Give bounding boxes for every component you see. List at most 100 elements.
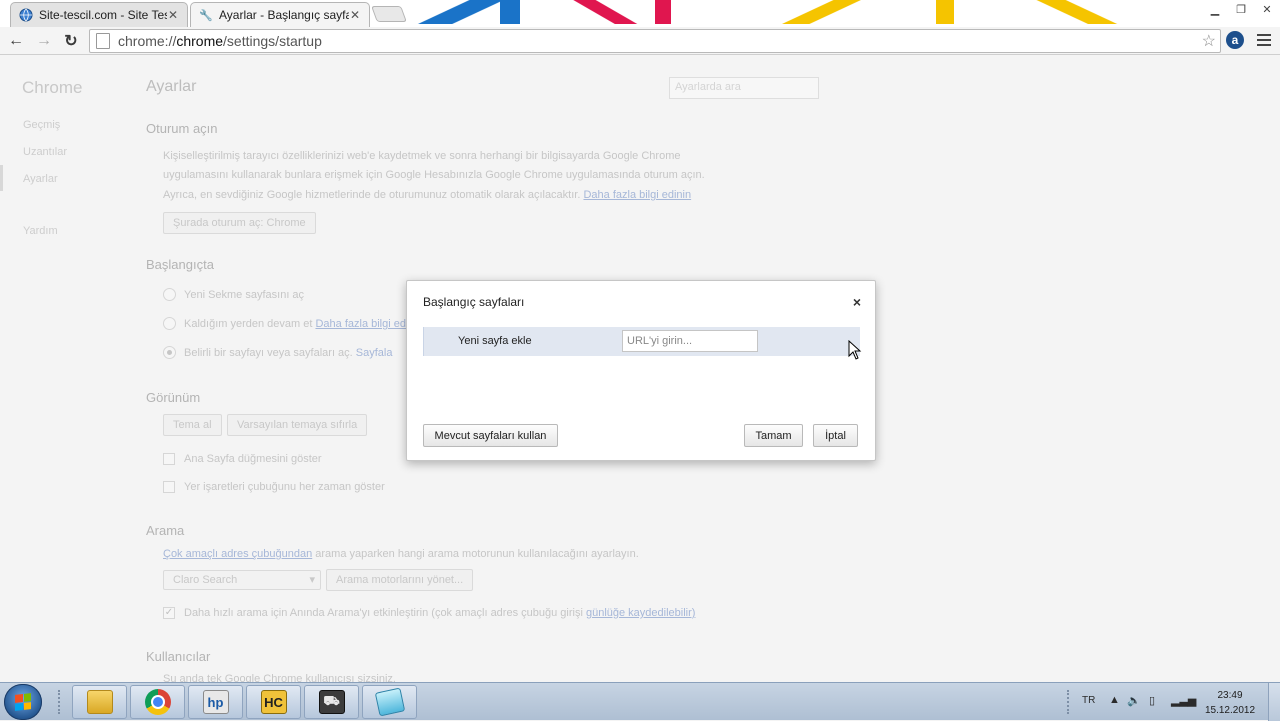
- manage-search-engines-button[interactable]: Arama motorlarını yönet...: [326, 569, 474, 591]
- signin-button[interactable]: Şurada oturum aç: Chrome: [163, 212, 316, 234]
- tab-site-tescil[interactable]: Site-tescil.com - Site Tesci ✕: [10, 2, 188, 27]
- signin-text: uygulamasını kullanarak bunlara erişmek …: [163, 169, 705, 181]
- page-title: Ayarlar: [146, 78, 197, 95]
- taskbar-hypercam[interactable]: HC: [246, 685, 301, 719]
- taskbar-grip: [58, 690, 62, 714]
- search-engine-select[interactable]: Claro Search: [163, 570, 321, 590]
- page-icon: [96, 33, 110, 49]
- sidebar-item-extensions[interactable]: Uzantılar: [23, 146, 67, 158]
- language-indicator[interactable]: TR: [1082, 695, 1095, 706]
- startup-pages-dialog: Başlangıç sayfaları × Yeni sayfa ekle Me…: [406, 280, 876, 461]
- get-theme-button[interactable]: Tema al: [163, 414, 222, 436]
- clock[interactable]: 23:49 15.12.2012: [1201, 688, 1259, 718]
- background-decoration: [655, 0, 671, 24]
- back-icon[interactable]: ←: [5, 30, 27, 52]
- home-button-checkbox[interactable]: [163, 453, 175, 465]
- sidebar-title: Chrome: [22, 78, 83, 97]
- volume-icon[interactable]: 🔈: [1127, 694, 1141, 707]
- reload-icon[interactable]: ↻: [60, 30, 82, 52]
- signin-heading: Oturum açın: [146, 121, 218, 136]
- sidebar-item-history[interactable]: Geçmiş: [23, 119, 60, 131]
- globe-icon: [19, 8, 33, 22]
- wrench-icon: 🔧: [199, 9, 213, 22]
- close-tab-icon[interactable]: ✕: [349, 8, 361, 22]
- checkbox-label: Yer işaretleri çubuğunu her zaman göster: [184, 481, 385, 493]
- background-decoration: [1010, 0, 1130, 24]
- dialog-title: Başlangıç sayfaları: [423, 295, 525, 309]
- tab-title: Site-tescil.com - Site Tesci: [39, 8, 167, 22]
- forward-icon[interactable]: →: [33, 30, 55, 52]
- close-window-icon[interactable]: ✕: [1254, 0, 1280, 18]
- search-heading: Arama: [146, 523, 185, 538]
- use-current-pages-button[interactable]: Mevcut sayfaları kullan: [423, 424, 558, 447]
- tab-settings[interactable]: 🔧 Ayarlar - Başlangıç sayfala ✕: [190, 2, 370, 27]
- system-tray: TR ▲ 🔈 ▯ ▂▃▅ 23:49 15.12.2012: [1041, 683, 1280, 721]
- cancel-button[interactable]: İptal: [813, 424, 858, 447]
- extension-icon[interactable]: a: [1226, 31, 1244, 49]
- search-description: Çok amaçlı adres çubuğundan arama yapark…: [163, 548, 639, 560]
- tab-title: Ayarlar - Başlangıç sayfala: [219, 8, 349, 22]
- windows-logo-icon: [15, 693, 31, 711]
- tab-strip: Site-tescil.com - Site Tesci ✕ 🔧 Ayarlar…: [0, 0, 1280, 27]
- minimize-icon[interactable]: ▁: [1202, 0, 1228, 18]
- bookmark-star-icon[interactable]: ☆: [1202, 31, 1216, 51]
- add-page-label: Yeni sayfa ekle: [458, 335, 532, 347]
- show-hidden-icons-icon[interactable]: ▲: [1109, 694, 1120, 706]
- checkbox-label: Ana Sayfa düğmesini göster: [184, 453, 322, 465]
- window-controls: ▁ ❐ ✕: [1202, 0, 1280, 18]
- appearance-heading: Görünüm: [146, 390, 201, 405]
- taskbar-chrome[interactable]: [130, 685, 185, 719]
- close-tab-icon[interactable]: ✕: [167, 8, 179, 22]
- checkbox-label: Daha hızlı arama için Anında Arama'yı et…: [184, 607, 696, 619]
- log-link[interactable]: günlüğe kaydedilebilir): [586, 607, 695, 619]
- network-icon[interactable]: ▂▃▅: [1171, 694, 1196, 707]
- background-decoration: [936, 0, 954, 24]
- radio-continue[interactable]: [163, 317, 176, 330]
- browser-toolbar: ← → ↻ chrome://chrome/settings/startup ☆: [0, 27, 1280, 55]
- folder-icon: [86, 690, 113, 714]
- background-decoration: [500, 0, 520, 24]
- learn-more-link[interactable]: Daha fazla bilgi edi: [315, 318, 408, 330]
- background-decoration: [760, 0, 870, 24]
- omnibox-link[interactable]: Çok amaçlı adres çubuğundan: [163, 548, 312, 560]
- time: 23:49: [1217, 690, 1243, 701]
- taskbar-paint[interactable]: [362, 685, 417, 719]
- game-icon: ⛟: [318, 690, 345, 714]
- bookmarks-bar-checkbox[interactable]: [163, 481, 175, 493]
- taskbar-explorer[interactable]: [72, 685, 127, 719]
- startup-heading: Başlangıçta: [146, 257, 214, 272]
- restore-icon[interactable]: ❐: [1228, 0, 1254, 18]
- taskbar: hp HC ⛟ TR ▲ 🔈 ▯ ▂▃▅ 23:49 15.12.2012: [0, 682, 1280, 721]
- start-button[interactable]: [4, 684, 42, 720]
- users-heading: Kullanıcılar: [146, 649, 211, 664]
- date: 15.12.2012: [1204, 705, 1256, 716]
- ok-button[interactable]: Tamam: [744, 424, 803, 447]
- power-icon[interactable]: ▯: [1149, 694, 1155, 707]
- reset-theme-button[interactable]: Varsayılan temaya sıfırla: [227, 414, 368, 436]
- sidebar-active-indicator: [0, 165, 3, 191]
- new-tab-button[interactable]: [371, 6, 407, 22]
- taskbar-game[interactable]: ⛟: [304, 685, 359, 719]
- instant-checkbox[interactable]: ✓: [163, 607, 175, 619]
- signin-text: Ayrıca, en sevdiğiniz Google hizmetlerin…: [163, 189, 692, 201]
- chrome-icon: [144, 689, 171, 715]
- add-page-row[interactable]: Yeni sayfa ekle: [423, 327, 860, 356]
- settings-search-input[interactable]: Ayarlarda ara: [669, 77, 819, 99]
- learn-more-link[interactable]: Daha fazla bilgi edinin: [583, 189, 691, 201]
- hypercam-icon: HC: [260, 690, 287, 714]
- address-bar[interactable]: chrome://chrome/settings/startup ☆: [89, 29, 1221, 53]
- signin-text: Kişiselleştirilmiş tarayıcı özelliklerin…: [163, 150, 681, 162]
- sidebar-item-settings[interactable]: Ayarlar: [23, 173, 58, 185]
- background-decoration: [555, 0, 645, 24]
- close-icon[interactable]: ×: [853, 294, 861, 310]
- url-text: chrome://chrome/settings/startup: [118, 33, 322, 49]
- radio-label: Belirli bir sayfayı veya sayfaları aç. S…: [184, 347, 393, 359]
- sidebar-item-help[interactable]: Yardım: [23, 225, 58, 237]
- radio-specific-pages[interactable]: [163, 346, 176, 359]
- set-pages-link[interactable]: Sayfala: [356, 347, 393, 359]
- url-input[interactable]: [622, 330, 758, 352]
- radio-new-tab[interactable]: [163, 288, 176, 301]
- show-desktop-button[interactable]: [1268, 683, 1280, 721]
- taskbar-hp[interactable]: hp: [188, 685, 243, 719]
- menu-icon[interactable]: [1254, 31, 1274, 49]
